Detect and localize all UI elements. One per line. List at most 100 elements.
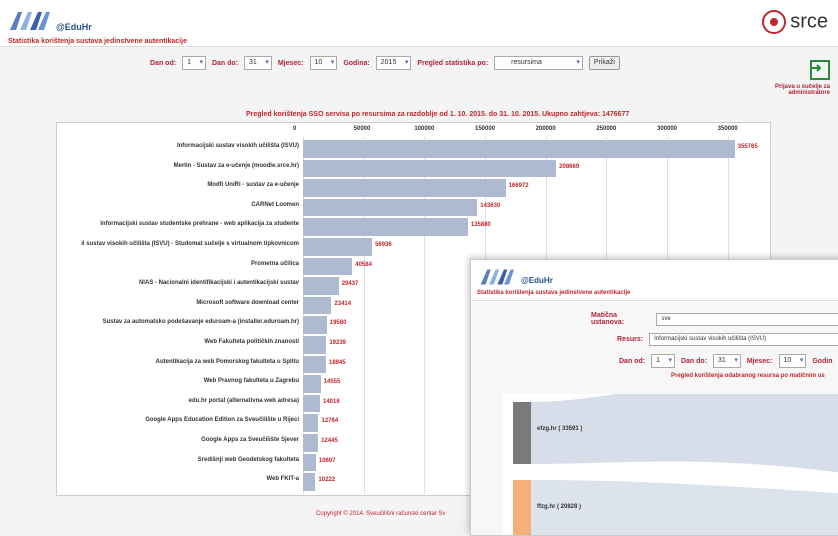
w2-mjesec-label: Mjesec: <box>746 357 773 365</box>
resurs-row: Resurs: Informacijski sustav visokih uči… <box>617 333 838 346</box>
x-tick-label: 250000 <box>596 126 617 132</box>
flow-links <box>531 394 838 535</box>
bar[interactable] <box>303 159 557 178</box>
x-tick-label: 150000 <box>475 126 496 132</box>
x-tick-label: 100000 <box>414 126 435 132</box>
login-icon <box>810 60 830 80</box>
resource-detail-window: @EduHr Statistika korištenja sustava jed… <box>470 259 838 536</box>
category-label: Web Fakulteta političkih znanosti <box>204 339 299 345</box>
bar[interactable] <box>303 218 468 236</box>
w2-mjesec-select[interactable]: 10 <box>778 354 807 368</box>
category-label: Google Apps Education Edition za Sveučil… <box>145 417 299 424</box>
bar[interactable] <box>303 414 319 432</box>
flow-node-ffzg[interactable] <box>513 480 531 535</box>
bar-value-label: 208669 <box>559 163 580 170</box>
category-label: Modfi UniRi - sustav za e-učenje <box>207 182 299 189</box>
godina-select[interactable]: 2015 <box>375 56 412 70</box>
category-label: Web FKIT-a <box>266 476 299 483</box>
bar-value-label: 18945 <box>328 359 346 366</box>
footer: Copyright © 2014. Sveučilišni računski c… <box>316 511 446 517</box>
category-label: il sustav visokih učilišta (ISVU) - Stud… <box>81 241 299 247</box>
dan-od-label: Dan od: <box>150 59 177 67</box>
w2-dan-od-select[interactable]: 1 <box>651 354 675 368</box>
srce-logo: srce <box>762 10 828 34</box>
flow-node-label-ffzg: ffzg.hr ( 20828 ) <box>537 504 582 510</box>
bar[interactable] <box>303 238 373 256</box>
bar[interactable] <box>303 394 320 413</box>
x-tick-label: 350000 <box>717 126 738 132</box>
x-tick-label: 0 <box>293 126 297 132</box>
category-label: Merlin - Sustav za e-učenje (moodle.srce… <box>173 162 299 169</box>
maticna-label: Matična ustanova: <box>591 312 625 326</box>
bar-value-label: 355765 <box>737 144 758 150</box>
bar[interactable] <box>303 140 735 158</box>
bar-value-label: 56936 <box>375 242 392 248</box>
bar-value-label: 10222 <box>318 477 336 484</box>
w2-dan-do-label: Dan do: <box>680 357 708 365</box>
mjesec-label: Mjesec: <box>277 59 304 67</box>
bar[interactable] <box>303 296 332 315</box>
bar[interactable] <box>303 198 478 217</box>
pregled-select[interactable]: resursima <box>494 56 583 70</box>
bar[interactable] <box>303 257 353 276</box>
category-label: Informacijski sustav studentske prehrane… <box>100 221 299 228</box>
bar[interactable] <box>303 473 316 491</box>
category-label: edu.hr portal (alternativna web adresa) <box>188 397 299 404</box>
window2-body: Matična ustanova: sve Resurs: Informacij… <box>471 302 838 535</box>
filter-bar: Dan od: 1 Dan do: 31 Mjesec: 10 Godina: … <box>150 56 620 70</box>
category-label: Prometna učilica <box>250 260 299 267</box>
admin-login[interactable]: Prijava u sučelje za administratore <box>750 60 830 96</box>
maticna-input[interactable]: sve <box>656 312 838 326</box>
category-label: Autentikacija za web Pomorskog fakulteta… <box>155 358 299 365</box>
prikazi-button[interactable]: Prikaži <box>588 56 620 70</box>
mjesec-select[interactable]: 10 <box>309 56 338 70</box>
bar-value-label: 143630 <box>480 202 501 209</box>
category-label: Sustav za automatsko podešavanje eduroam… <box>102 319 299 326</box>
bar-value-label: 19239 <box>329 340 347 346</box>
dan-od-select[interactable]: 1 <box>182 56 206 70</box>
brand-name: srce <box>790 10 828 33</box>
bar-value-label: 12445 <box>321 438 338 444</box>
bar[interactable] <box>303 453 316 472</box>
chart-title: Pregled korištenja SSO servisa po resurs… <box>246 111 630 118</box>
bar-value-label: 23414 <box>334 300 352 307</box>
maticna-row: Matična ustanova: sve <box>591 312 838 326</box>
resurs-select[interactable]: Informacijski sustav visokih učilišta (I… <box>649 333 838 346</box>
window2-header: @EduHr Statistika korištenja sustava jed… <box>471 260 838 301</box>
w2-dan-do-select[interactable]: 31 <box>713 354 741 368</box>
bar-value-label: 135880 <box>470 222 491 229</box>
admin-login-label: Prijava u sučelje za administratore <box>774 84 830 96</box>
category-label: Središnji web Geodetskog fakulteta <box>197 456 299 463</box>
bar-value-label: 10607 <box>318 457 336 464</box>
bar[interactable] <box>303 336 327 354</box>
godina-label: Godina: <box>343 59 370 67</box>
logo-text: @EduHr <box>56 22 92 32</box>
eduhr-logo <box>8 8 56 39</box>
bar[interactable] <box>303 375 321 393</box>
flow-chart: efzg.hr ( 33591 ) ffzg.hr ( 20828 ) <box>503 394 838 535</box>
app-subtitle: Statistika korištenja sustava jedinstven… <box>8 38 187 45</box>
category-label: NIAS - Nacionalni identifikacijski i aut… <box>138 280 299 287</box>
w2-dan-od-label: Dan od: <box>619 357 646 365</box>
dan-do-label: Dan do: <box>211 59 239 67</box>
bar-value-label: 19580 <box>329 320 347 327</box>
category-label: Microsoft software download center <box>196 299 299 306</box>
category-label: CARNet Loomen <box>251 201 299 208</box>
flow-node-efzg[interactable] <box>513 402 531 464</box>
bar-value-label: 12764 <box>321 418 339 425</box>
resurs-label: Resurs: <box>617 336 644 343</box>
bar[interactable] <box>303 179 506 197</box>
dan-do-select[interactable]: 31 <box>244 56 272 70</box>
bar-value-label: 14555 <box>323 379 341 386</box>
bar[interactable] <box>303 277 339 295</box>
bar[interactable] <box>303 434 319 452</box>
flow-node-label-efzg: efzg.hr ( 33591 ) <box>537 426 583 432</box>
eduhr-logo-2 <box>479 266 519 293</box>
bar-value-label: 166972 <box>508 183 529 190</box>
window2-subtitle: Statistika korištenja sustava jedinstven… <box>477 290 631 296</box>
x-tick-label: 300000 <box>657 126 678 132</box>
bar[interactable] <box>303 316 327 334</box>
bar[interactable] <box>303 355 326 374</box>
x-tick-label: 200000 <box>535 126 556 132</box>
bar-value-label: 14016 <box>323 398 340 405</box>
